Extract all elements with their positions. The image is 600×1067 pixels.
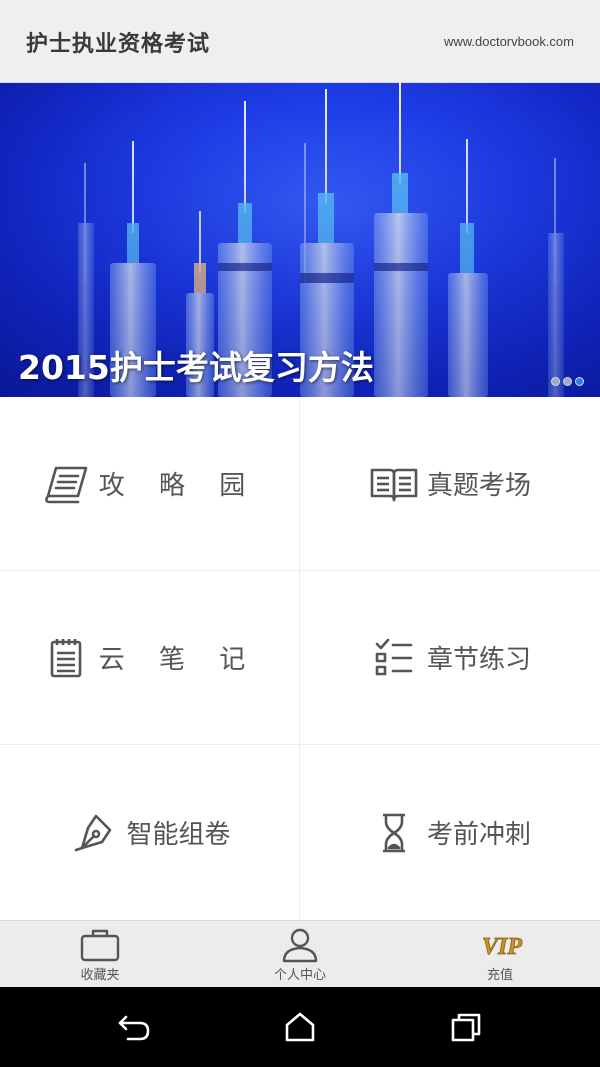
- briefcase-icon: [80, 927, 120, 963]
- feature-grid: 攻 略 园 真题考场 云 笔 记 章节练习 智能组卷 考前冲刺: [0, 397, 600, 920]
- menu-item-label: 考前冲刺: [426, 820, 531, 850]
- menu-item-label: 云 笔 记: [98, 645, 259, 675]
- pen-nib-icon: [68, 811, 118, 855]
- banner-carousel[interactable]: 2015护士考试复习方法: [0, 83, 600, 397]
- checklist-icon: [369, 636, 419, 680]
- carousel-dot: [563, 377, 572, 386]
- menu-item-smart-paper[interactable]: 智能组卷: [0, 745, 300, 920]
- tab-label: 充值: [486, 968, 513, 983]
- recents-icon[interactable]: [448, 1011, 484, 1043]
- tab-recharge[interactable]: VIP 充值: [400, 921, 600, 988]
- notepad-icon: [41, 636, 91, 680]
- website-url[interactable]: www.doctorvbook.com: [444, 34, 574, 49]
- person-icon: [280, 927, 320, 963]
- menu-item-label: 智能组卷: [126, 820, 231, 850]
- menu-item-final-sprint[interactable]: 考前冲刺: [300, 745, 600, 920]
- vip-icon: VIP: [480, 927, 523, 963]
- menu-item-label: 攻 略 园: [98, 471, 259, 501]
- menu-item-label: 章节练习: [426, 645, 531, 675]
- carousel-dot-active: [575, 377, 584, 386]
- scroll-icon: [41, 462, 91, 506]
- vip-icon-text: VIP: [482, 934, 522, 960]
- app-header: 护士执业资格考试 www.doctorvbook.com: [0, 0, 600, 83]
- menu-item-strategy[interactable]: 攻 略 园: [0, 397, 300, 571]
- tab-label: 个人中心: [273, 968, 326, 983]
- app-title: 护士执业资格考试: [26, 32, 211, 57]
- carousel-indicator: [551, 377, 584, 386]
- back-icon[interactable]: [116, 1011, 152, 1043]
- tab-label: 收藏夹: [80, 968, 120, 983]
- menu-item-chapter-practice[interactable]: 章节练习: [300, 571, 600, 745]
- tab-favorites[interactable]: 收藏夹: [0, 921, 200, 988]
- home-icon[interactable]: [282, 1011, 318, 1043]
- system-nav-bar: [0, 987, 600, 1067]
- book-icon: [369, 462, 419, 506]
- menu-item-real-exam[interactable]: 真题考场: [300, 397, 600, 571]
- bottom-tab-bar: 收藏夹 个人中心 VIP 充值: [0, 920, 600, 987]
- hourglass-icon: [369, 811, 419, 855]
- tab-personal-center[interactable]: 个人中心: [200, 921, 400, 988]
- menu-item-label: 真题考场: [426, 471, 531, 501]
- banner-caption[interactable]: 2015护士考试复习方法: [18, 341, 374, 389]
- menu-item-cloud-notes[interactable]: 云 笔 记: [0, 571, 300, 745]
- carousel-dot: [551, 377, 560, 386]
